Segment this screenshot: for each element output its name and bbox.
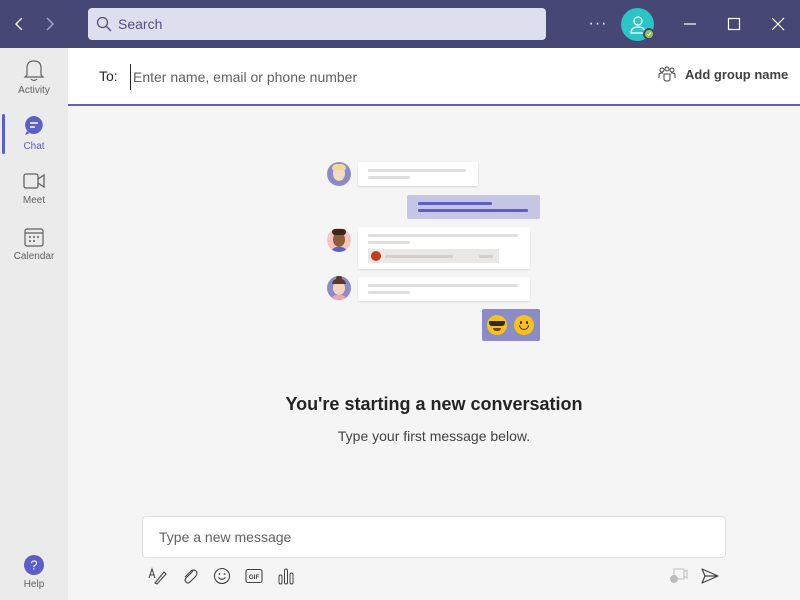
- back-button[interactable]: [8, 12, 32, 36]
- file-attachment: [368, 249, 499, 263]
- conversation-illustration: [320, 150, 550, 350]
- chat-header: To: Add group name: [68, 48, 800, 106]
- send-icon: [701, 568, 719, 584]
- svg-text:?: ?: [30, 558, 37, 573]
- app-bar: Activity Chat Meet Calendar ? Help: [0, 48, 68, 600]
- rail-item-label: Calendar: [13, 251, 55, 262]
- rail-item-label: Help: [23, 579, 45, 590]
- more-options-button[interactable]: ···: [586, 12, 610, 36]
- rail-item-meet[interactable]: Meet: [0, 162, 68, 216]
- more-icon: ···: [588, 15, 608, 32]
- rail-item-chat[interactable]: Chat: [0, 106, 68, 160]
- sunglasses-emoji-icon: [487, 315, 507, 335]
- recipient-input[interactable]: [130, 64, 590, 90]
- own-message-bubble: [407, 195, 540, 219]
- avatar-illustration-1: [327, 162, 351, 186]
- video-icon: [23, 173, 45, 189]
- message-bubble-with-file: [358, 227, 530, 269]
- message-bubble: [358, 162, 478, 186]
- rail-item-help[interactable]: ? Help: [0, 546, 68, 600]
- rail-item-activity[interactable]: Activity: [0, 50, 68, 104]
- message-bubble: [358, 277, 530, 301]
- attach-icon: [184, 569, 198, 584]
- chevron-right-icon: [46, 17, 54, 31]
- avatar-illustration-3: [327, 276, 351, 300]
- help-icon: ?: [24, 555, 44, 575]
- empty-state-title: You're starting a new conversation: [285, 394, 583, 414]
- to-label: To:: [99, 68, 118, 84]
- empty-state-subtitle: Type your first message below.: [337, 428, 531, 444]
- chat-icon: [25, 116, 43, 135]
- active-indicator: [2, 114, 5, 154]
- format-icon: [148, 567, 167, 585]
- title-bar: Search ···: [0, 0, 800, 48]
- minimize-icon: [684, 23, 696, 25]
- group-icon: [658, 66, 676, 82]
- loop-button[interactable]: [666, 564, 690, 588]
- svg-text:GIF: GIF: [249, 574, 260, 581]
- loop-icon: [670, 568, 688, 583]
- minimize-button[interactable]: [674, 8, 706, 40]
- send-button[interactable]: [698, 564, 722, 588]
- close-icon: [771, 17, 785, 31]
- search-icon: [96, 16, 112, 32]
- poll-button[interactable]: [274, 564, 298, 588]
- search-placeholder: Search: [118, 16, 163, 32]
- maximize-icon: [727, 17, 741, 31]
- gif-button[interactable]: GIF: [242, 564, 266, 588]
- compose-box: [142, 516, 726, 558]
- avatar-illustration-2: [327, 228, 351, 252]
- attach-button[interactable]: [178, 564, 202, 588]
- format-button[interactable]: [146, 564, 170, 588]
- search-input[interactable]: Search: [88, 8, 546, 40]
- rail-item-label: Meet: [22, 195, 46, 206]
- emoji-icon: [213, 567, 231, 585]
- message-input[interactable]: [143, 517, 725, 557]
- add-group-name-button[interactable]: Add group name: [658, 66, 788, 82]
- check-icon: [646, 32, 652, 37]
- add-group-name-label: Add group name: [685, 66, 789, 82]
- maximize-button[interactable]: [718, 8, 750, 40]
- rail-item-label: Chat: [23, 141, 45, 152]
- smile-emoji-icon: [514, 315, 534, 335]
- calendar-icon: [24, 228, 44, 247]
- forward-button[interactable]: [37, 12, 61, 36]
- emoji-message-bubble: [482, 309, 540, 341]
- close-button[interactable]: [762, 8, 794, 40]
- poll-icon: [278, 568, 294, 585]
- bell-icon: [23, 60, 45, 82]
- rail-item-label: Activity: [18, 85, 50, 96]
- chevron-left-icon: [15, 17, 23, 31]
- rail-item-calendar[interactable]: Calendar: [0, 218, 68, 272]
- powerpoint-icon: [371, 251, 381, 261]
- presence-badge: [643, 28, 655, 40]
- gif-icon: GIF: [245, 568, 263, 584]
- emoji-button[interactable]: [210, 564, 234, 588]
